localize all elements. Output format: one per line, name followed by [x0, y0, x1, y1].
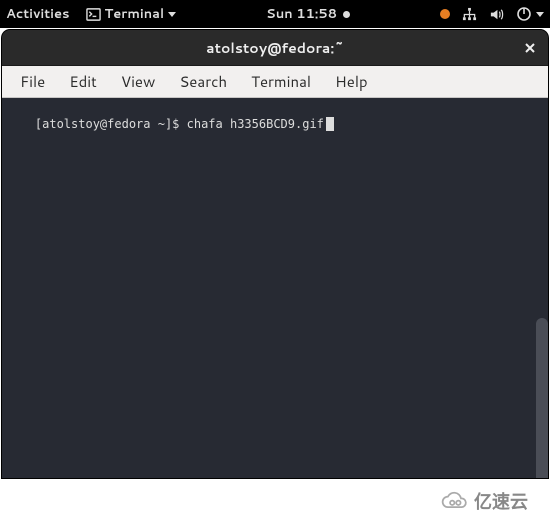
- topbar-left: Activities Terminal: [6, 5, 176, 23]
- terminal-window: atolstoy@fedora:~ File Edit View Search …: [2, 30, 548, 478]
- menu-file[interactable]: File: [8, 67, 57, 96]
- watermark-text: 亿速云: [474, 488, 528, 514]
- active-app-indicator[interactable]: Terminal: [86, 5, 177, 23]
- window-title: atolstoy@fedora:~: [206, 38, 344, 58]
- vertical-scrollbar[interactable]: [536, 318, 548, 478]
- clock-label: Sun 11:58: [266, 5, 337, 23]
- notification-dot-icon: [343, 11, 350, 18]
- chevron-down-icon: [536, 12, 544, 17]
- system-menu-button[interactable]: [516, 6, 544, 22]
- topbar-right: [440, 6, 544, 22]
- clock-button[interactable]: Sun 11:58: [266, 5, 350, 23]
- menubar: File Edit View Search Terminal Help: [2, 66, 548, 98]
- chevron-down-icon: [168, 12, 176, 17]
- close-button[interactable]: [516, 34, 544, 62]
- watermark: 亿速云: [418, 479, 550, 523]
- network-icon[interactable]: [462, 7, 477, 22]
- topbar-center: Sun 11:58: [176, 5, 440, 23]
- volume-icon[interactable]: [489, 7, 504, 22]
- cloud-icon: [440, 491, 468, 511]
- window-titlebar[interactable]: atolstoy@fedora:~: [2, 30, 548, 66]
- status-dot-icon: [440, 9, 450, 19]
- menu-view[interactable]: View: [109, 67, 168, 96]
- power-icon: [516, 6, 532, 22]
- activities-button[interactable]: Activities: [6, 5, 70, 23]
- menu-edit[interactable]: Edit: [57, 67, 109, 96]
- terminal-viewport[interactable]: [atolstoy@fedora ~]$ chafa h3356BCD9.gif: [2, 98, 548, 478]
- terminal-prompt: [atolstoy@fedora ~]$: [35, 117, 187, 131]
- close-icon: [524, 42, 536, 54]
- menu-help[interactable]: Help: [323, 67, 380, 96]
- terminal-app-icon: [86, 7, 101, 22]
- activities-label: Activities: [6, 5, 70, 23]
- terminal-cursor: [326, 117, 334, 131]
- menu-terminal[interactable]: Terminal: [239, 67, 323, 96]
- menu-search[interactable]: Search: [167, 67, 239, 96]
- gnome-topbar: Activities Terminal Sun 11:58: [0, 0, 550, 28]
- terminal-command: chafa h3356BCD9.gif: [187, 117, 324, 131]
- active-app-label: Terminal: [105, 5, 165, 23]
